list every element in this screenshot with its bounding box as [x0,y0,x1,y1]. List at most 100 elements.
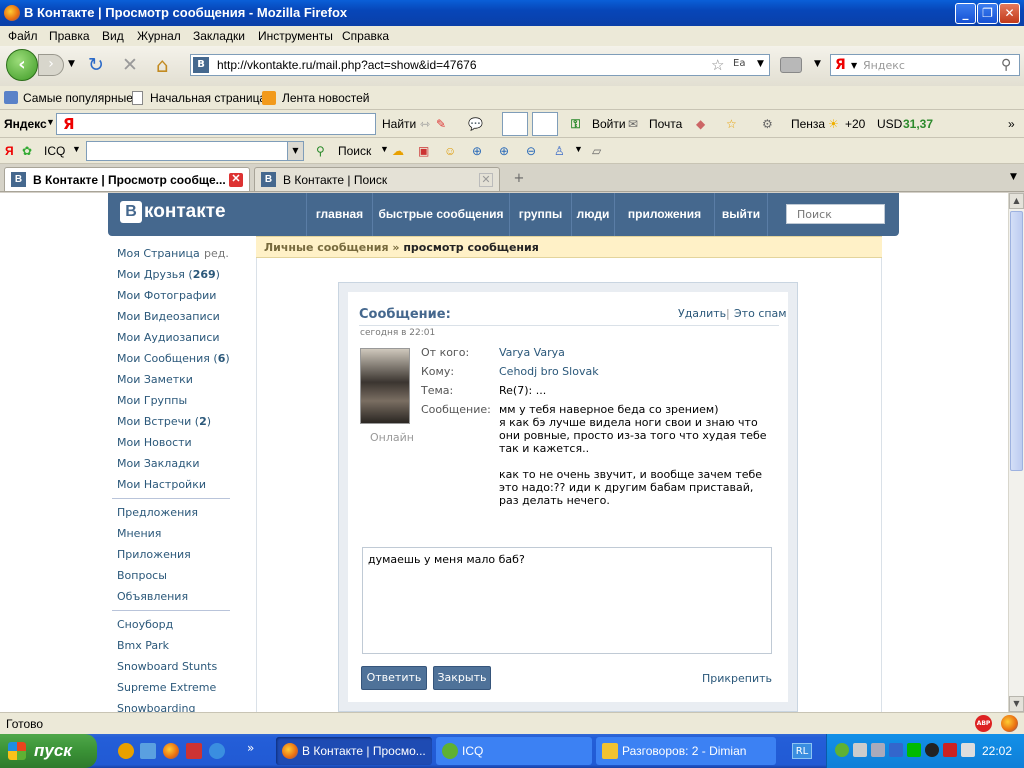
quicklaunch-app-icon[interactable] [186,743,202,759]
sidebar-item-groups[interactable]: Мои Группы [117,394,187,407]
breadcrumb-messages-link[interactable]: Личные сообщения [264,241,389,254]
menu-file[interactable]: Файл [8,29,38,43]
menu-tools[interactable]: Инструменты [258,29,333,43]
tray-app-icon[interactable] [889,743,903,757]
history-dropdown-icon[interactable]: ▼ [68,59,75,69]
sidebar-item-news[interactable]: Мои Новости [117,436,192,449]
quicklaunch-ie-icon[interactable] [209,743,225,759]
icq-search-button[interactable]: Поиск [338,144,371,158]
yandex-search-input[interactable]: Я [56,113,376,135]
icq-search-dropdown-icon[interactable]: ▼ [380,144,389,154]
camera-icon[interactable] [780,57,802,73]
menu-view[interactable]: Вид [102,29,124,43]
forward-icon[interactable]: › [38,54,64,76]
task-firefox[interactable]: В Контакте | Просмо... [276,737,432,765]
icq-input-dropdown-icon[interactable]: ▼ [287,142,303,160]
sidebar-item-meetings[interactable]: Мои Встречи (2) [117,415,211,428]
from-link[interactable]: Varya Varya [499,346,565,359]
to-link[interactable]: Cehodj bro Slovak [499,365,599,378]
nav-home[interactable]: главная [306,193,372,236]
translate-tool-icon[interactable] [532,112,558,136]
new-tab-icon[interactable]: + [506,168,532,190]
usd-value[interactable]: 31,37 [903,117,933,131]
sidebar-item-my-page[interactable]: Моя Страница [117,247,200,260]
yandex-dropdown-icon[interactable]: ▼ [46,117,55,127]
yandex-engine-icon[interactable]: Я [835,57,846,73]
spellcheck-icon[interactable] [502,112,528,136]
search-magnifier-icon[interactable]: ⚲ [316,144,325,158]
quicklaunch-firefox-icon[interactable] [163,743,179,759]
settings-gear-icon[interactable]: ⚙ [762,117,773,131]
star-icon[interactable]: ☆ [726,117,737,131]
car-icon[interactable]: ▣ [418,144,429,158]
sidebar-item-videos[interactable]: Мои Видеозаписи [117,310,220,323]
window-title-bar[interactable]: В Контакте | Просмотр сообщения - Mozill… [0,0,1024,26]
zoom-in-icon[interactable]: ⊕ [472,144,482,158]
tab-close-icon[interactable]: ✕ [479,173,493,187]
sidebar-item-ads[interactable]: Объявления [117,590,188,603]
tray-volume-icon[interactable] [961,743,975,757]
overflow-chevron-icon[interactable]: » [1008,117,1015,131]
icq-flower-icon[interactable]: ✿ [22,144,32,158]
sidebar-item-app-1[interactable]: Сноуборд [117,618,173,631]
tab-active[interactable]: В В Контакте | Просмотр сообще... ✕ [4,167,250,191]
quicklaunch-media-icon[interactable] [118,743,134,759]
minimize-button[interactable]: _ [955,3,976,24]
tray-network2-icon[interactable] [871,743,885,757]
spam-link[interactable]: Это спам [734,307,787,320]
temperature-label[interactable]: +20 [845,117,865,131]
tray-network-icon[interactable] [853,743,867,757]
key-icon[interactable]: ⚿ [571,117,580,132]
sidebar-item-app-3[interactable]: Snowboard Stunts [117,660,217,673]
stop-icon[interactable]: ✕ [122,54,138,76]
user-icon[interactable]: ♙ [554,144,565,158]
sidebar-item-applications[interactable]: Приложения [117,548,191,561]
icq-search-input[interactable]: ▼ [86,141,304,161]
tray-radio-icon[interactable] [925,743,939,757]
tab-inactive[interactable]: В В Контакте | Поиск ✕ [254,167,500,191]
weather-icon[interactable]: ☁ [392,144,404,158]
start-button[interactable]: пуск [0,734,97,768]
scroll-up-icon[interactable]: ▲ [1009,193,1024,209]
maximize-button[interactable]: ❐ [977,3,998,24]
tab-label[interactable]: В Контакте | Поиск [283,173,387,187]
city-label[interactable]: Пенза [791,117,825,131]
url-bar[interactable]: В http://vkontakte.ru/mail.php?act=show&… [190,54,770,76]
user-dropdown-icon[interactable]: ▼ [574,144,583,154]
sidebar-item-opinions[interactable]: Мнения [117,527,161,540]
tray-shield-icon[interactable] [943,743,957,757]
translate-icon[interactable]: Ea [733,58,745,69]
yandex-small-icon[interactable]: Я [5,144,14,158]
tab-list-icon[interactable]: ▼ [1010,172,1017,182]
sidebar-item-notes[interactable]: Мои Заметки [117,373,193,386]
adblock-icon[interactable]: ABP [975,715,992,732]
scroll-down-icon[interactable]: ▼ [1009,696,1024,712]
nav-logout[interactable]: выйти [714,193,768,236]
url-text[interactable]: http://vkontakte.ru/mail.php?act=show&id… [217,58,477,72]
yandex-login-button[interactable]: Войти [592,117,626,131]
sidebar-item-app-4[interactable]: Supreme Extreme [117,681,216,694]
reply-textarea[interactable]: думаешь у меня мало баб? [362,547,772,654]
eraser-icon[interactable]: ▱ [592,144,601,158]
bag-icon[interactable]: ◆ [696,117,705,131]
nav-people[interactable]: люди [571,193,614,236]
tab-label[interactable]: В Контакте | Просмотр сообще... [33,173,226,187]
back-icon[interactable]: ‹ [6,49,38,81]
menu-help[interactable]: Справка [342,29,389,43]
bookmark-star-icon[interactable]: ☆ [711,56,724,74]
reply-button[interactable]: Ответить [361,666,427,690]
quicklaunch-more-icon[interactable]: » [247,741,254,755]
scroll-thumb[interactable] [1010,211,1023,471]
menu-history[interactable]: Журнал [137,29,181,43]
bookmark-news-feed[interactable]: Лента новостей [282,91,370,105]
nav-quick-messages[interactable]: быстрые сообщения [372,193,509,236]
sidebar-item-questions[interactable]: Вопросы [117,569,167,582]
vk-search-input[interactable]: Поиск [786,204,885,224]
home-icon[interactable]: ⌂ [156,53,169,77]
icq-dropdown-icon[interactable]: ▼ [72,144,81,154]
bookmark-start-page[interactable]: Начальная страница [150,91,266,105]
yandex-mail-button[interactable]: Почта [649,117,682,131]
sidebar-item-friends[interactable]: Мои Друзья (269) [117,268,220,281]
sidebar-item-suggestions[interactable]: Предложения [117,506,198,519]
sidebar-edit-link[interactable]: ред. [204,247,229,260]
